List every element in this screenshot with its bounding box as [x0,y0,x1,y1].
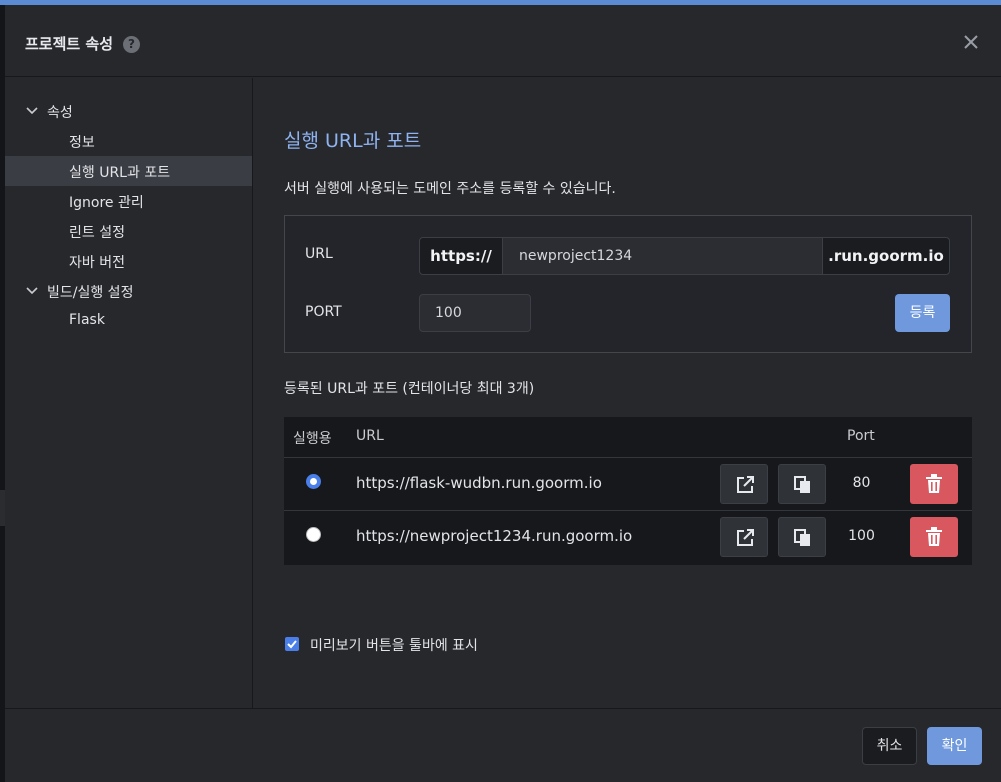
cancel-button[interactable]: 취소 [862,727,917,765]
row-url: https://newproject1234.run.goorm.io [356,527,633,545]
delete-button[interactable] [910,517,958,557]
row-port: 80 [852,475,871,491]
dialog-title: 프로젝트 속성 [25,35,114,53]
url-prefix: https:// [419,237,503,275]
column-header-run: 실행용 [293,431,332,447]
external-link-icon [737,529,754,546]
table-row: https://newproject1234.run.goorm.io 100 [284,510,972,564]
sidebar-item-flask[interactable]: Flask [5,306,252,336]
registered-urls-title: 등록된 URL과 포트 (컨테이너당 최대 3개) [284,381,535,397]
confirm-button[interactable]: 확인 [927,727,982,765]
row-port: 100 [848,528,875,544]
open-link-button[interactable] [720,464,768,504]
sidebar-item-label: 정보 [69,135,95,151]
sidebar-item-label: Ignore 관리 [69,195,144,211]
copy-icon [794,529,810,546]
sidebar-item-ignore[interactable]: Ignore 관리 [5,186,252,216]
sidebar-group-label: 빌드/실행 설정 [47,285,134,301]
run-radio[interactable] [306,527,321,542]
sidebar-item-label: 린트 설정 [69,225,125,241]
url-port-form: URL https:// newproject1234 .run.goorm.i… [284,215,972,353]
url-input[interactable]: newproject1234 [502,237,823,275]
settings-sidebar: 속성 정보 실행 URL과 포트 Ignore 관리 린트 설정 자바 버전 빌… [5,78,253,708]
trash-icon [926,474,942,493]
sidebar-item-label: 자바 버전 [69,255,125,271]
close-icon[interactable] [960,31,982,53]
table-row: https://flask-wudbn.run.goorm.io 80 [284,457,972,511]
project-properties-dialog: 프로젝트 속성 ? 속성 정보 실행 URL과 포트 Ignore 관리 린트 … [5,5,1001,782]
page-description: 서버 실행에 사용되는 도메인 주소를 등록할 수 있습니다. [284,181,616,197]
preview-toolbar-checkbox[interactable] [285,637,299,651]
settings-content: 실행 URL과 포트 서버 실행에 사용되는 도메인 주소를 등록할 수 있습니… [254,78,1001,708]
chevron-down-icon [26,287,38,295]
checkmark-icon [287,640,297,649]
sidebar-group-label: 속성 [47,105,73,121]
question-circle-icon[interactable]: ? [123,36,140,53]
port-label: PORT [305,304,342,320]
register-button[interactable]: 등록 [895,294,950,332]
sidebar-item-lint[interactable]: 린트 설정 [5,216,252,246]
sidebar-item-java-version[interactable]: 자바 버전 [5,246,252,276]
trash-icon [926,527,942,546]
chevron-down-icon [26,107,38,115]
sidebar-item-label: 실행 URL과 포트 [69,165,171,181]
dialog-header: 프로젝트 속성 ? [5,5,1001,77]
preview-toolbar-label[interactable]: 미리보기 버튼을 툴바에 표시 [310,635,478,655]
copy-icon [794,476,810,493]
port-input[interactable]: 100 [419,294,531,332]
sidebar-group-build-run[interactable]: 빌드/실행 설정 [5,276,252,306]
row-url: https://flask-wudbn.run.goorm.io [356,474,602,492]
run-radio[interactable] [306,474,321,489]
column-header-url: URL [356,428,384,444]
copy-url-button[interactable] [778,517,826,557]
page-title: 실행 URL과 포트 [284,130,422,152]
registered-urls-table: 실행용 URL Port https://flask-wudbn.run.goo… [284,417,972,565]
delete-button[interactable] [910,464,958,504]
copy-url-button[interactable] [778,464,826,504]
column-header-port: Port [847,428,875,444]
url-label: URL [305,246,333,262]
sidebar-group-properties[interactable]: 속성 [5,96,252,126]
open-link-button[interactable] [720,517,768,557]
external-link-icon [737,476,754,493]
sidebar-item-info[interactable]: 정보 [5,126,252,156]
url-suffix: .run.goorm.io [822,237,950,275]
dialog-footer: 취소 확인 [5,708,1001,782]
sidebar-item-label: Flask [69,312,105,328]
sidebar-item-run-url-port[interactable]: 실행 URL과 포트 [5,156,252,186]
